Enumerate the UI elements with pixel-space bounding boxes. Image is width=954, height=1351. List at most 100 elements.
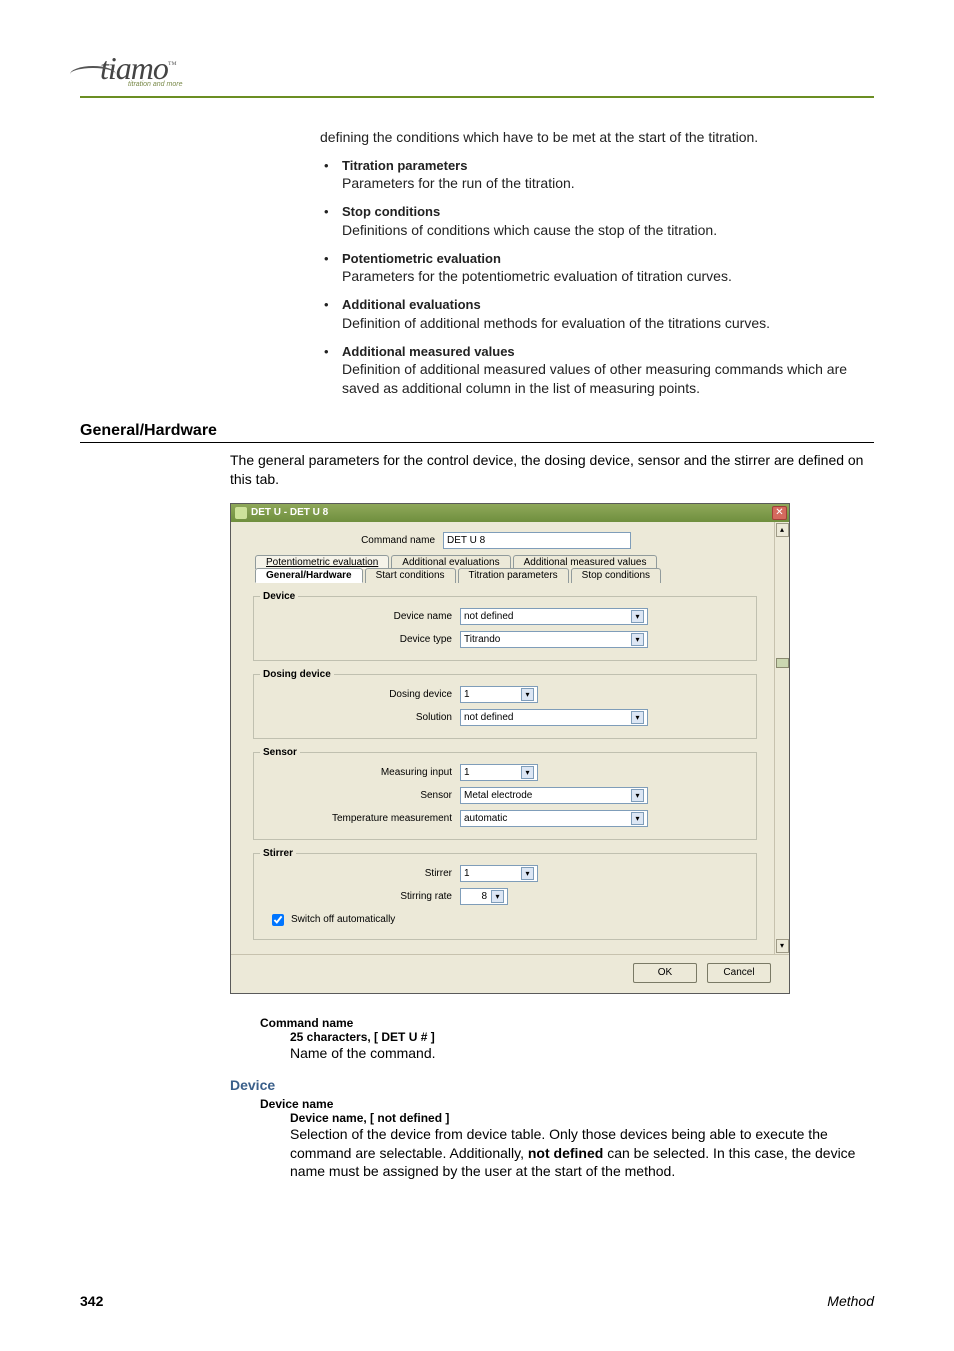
cancel-button[interactable]: Cancel <box>707 963 771 983</box>
scroll-track[interactable] <box>776 538 789 938</box>
stirring-rate-select[interactable]: 8 ▾ <box>460 888 508 905</box>
device-subheading: Device <box>230 1077 874 1093</box>
section-intro: The general parameters for the control d… <box>230 451 874 489</box>
chevron-down-icon: ▾ <box>521 688 534 701</box>
chevron-down-icon: ▾ <box>631 812 644 825</box>
def-term: Device name <box>260 1097 874 1111</box>
intro-text: defining the conditions which have to be… <box>320 128 874 147</box>
def-sub: 25 characters, [ DET U # ] <box>290 1030 874 1044</box>
command-name-row: Command name <box>243 532 773 549</box>
dosing-group: Dosing device Dosing device 1 ▾ Solution… <box>253 669 757 739</box>
tab-additional-measured-values[interactable]: Additional measured values <box>513 555 658 569</box>
solution-value: not defined <box>464 712 514 723</box>
stirrer-value: 1 <box>464 868 470 879</box>
chevron-down-icon: ▾ <box>631 711 644 724</box>
tabs-row-2: General/Hardware Start conditions Titrat… <box>255 568 773 583</box>
close-icon[interactable]: ✕ <box>772 506 787 520</box>
device-legend: Device <box>260 591 298 602</box>
scroll-up-icon[interactable]: ▴ <box>776 523 789 537</box>
measuring-input-value: 1 <box>464 767 470 778</box>
bullet-desc: Definitions of conditions which cause th… <box>342 221 874 240</box>
tab-potentiometric-evaluation[interactable]: Potentiometric evaluation <box>255 555 389 569</box>
stirrer-group: Stirrer Stirrer 1 ▾ Stirring rate 8 ▾ <box>253 848 757 940</box>
list-item: Stop conditions Definitions of condition… <box>320 203 874 239</box>
bullet-desc: Definition of additional measured values… <box>342 360 874 398</box>
device-type-label: Device type <box>260 634 460 645</box>
bullet-title: Stop conditions <box>342 203 874 221</box>
switch-off-checkbox-row[interactable]: Switch off automatically <box>268 911 750 929</box>
command-name-input[interactable] <box>443 532 631 549</box>
tab-additional-evaluations[interactable]: Additional evaluations <box>391 555 510 569</box>
measuring-input-select[interactable]: 1 ▾ <box>460 764 538 781</box>
logo-word: tiamo <box>100 50 168 86</box>
chevron-down-icon: ▾ <box>521 867 534 880</box>
temperature-value: automatic <box>464 813 507 824</box>
bullet-title: Titration parameters <box>342 157 874 175</box>
chevron-down-icon: ▾ <box>631 633 644 646</box>
page: tiamo™ titration and more defining the c… <box>0 0 954 1351</box>
solution-select[interactable]: not defined ▾ <box>460 709 648 726</box>
chevron-down-icon: ▾ <box>521 766 534 779</box>
tab-start-conditions[interactable]: Start conditions <box>365 568 456 583</box>
temperature-select[interactable]: automatic ▾ <box>460 810 648 827</box>
command-name-label: Command name <box>243 535 443 546</box>
footer-section: Method <box>827 1293 874 1309</box>
page-number: 342 <box>80 1293 103 1309</box>
logo-text: tiamo™ <box>80 50 874 87</box>
dosing-device-select[interactable]: 1 ▾ <box>460 686 538 703</box>
def-sub: Device name, [ not defined ] <box>290 1111 874 1125</box>
bullet-desc: Parameters for the potentiometric evalua… <box>342 267 874 286</box>
tab-titration-parameters[interactable]: Titration parameters <box>458 568 569 583</box>
sensor-select[interactable]: Metal electrode ▾ <box>460 787 648 804</box>
sensor-value: Metal electrode <box>464 790 532 801</box>
scroll-thumb[interactable] <box>776 658 789 668</box>
switch-off-checkbox[interactable] <box>272 914 284 926</box>
window-title: DET U - DET U 8 <box>251 507 772 518</box>
sensor-group: Sensor Measuring input 1 ▾ Sensor Metal … <box>253 747 757 840</box>
dialog-screenshot: DET U - DET U 8 ✕ ▴ ▾ Command name Poten… <box>230 503 874 994</box>
tab-stop-conditions[interactable]: Stop conditions <box>571 568 661 583</box>
device-name-value: not defined <box>464 611 514 622</box>
bullet-title: Potentiometric evaluation <box>342 250 874 268</box>
dosing-device-label: Dosing device <box>260 689 460 700</box>
tabs-row-1: Potentiometric evaluation Additional eva… <box>255 555 773 569</box>
dialog-window: DET U - DET U 8 ✕ ▴ ▾ Command name Poten… <box>230 503 790 994</box>
dosing-device-value: 1 <box>464 689 470 700</box>
app-icon <box>235 507 247 519</box>
stirrer-label: Stirrer <box>260 868 460 879</box>
scroll-down-icon[interactable]: ▾ <box>776 939 789 953</box>
device-type-select[interactable]: Titrando ▾ <box>460 631 648 648</box>
list-item: Titration parameters Parameters for the … <box>320 157 874 193</box>
dialog-button-bar: OK Cancel <box>231 954 789 993</box>
dosing-legend: Dosing device <box>260 669 334 680</box>
tab-general-hardware[interactable]: General/Hardware <box>255 568 363 583</box>
intro-column: defining the conditions which have to be… <box>320 128 874 398</box>
bullet-title: Additional evaluations <box>342 296 874 314</box>
page-footer: 342 Method <box>80 1293 874 1309</box>
titlebar: DET U - DET U 8 ✕ <box>231 504 789 522</box>
measuring-input-label: Measuring input <box>260 767 460 778</box>
stirring-rate-label: Stirring rate <box>260 891 460 902</box>
chevron-down-icon: ▾ <box>631 610 644 623</box>
scrollbar[interactable]: ▴ ▾ <box>774 522 789 954</box>
sensor-label: Sensor <box>260 790 460 801</box>
bullet-title: Additional measured values <box>342 343 874 361</box>
device-name-label: Device name <box>260 611 460 622</box>
device-group: Device Device name not defined ▾ Device … <box>253 591 757 661</box>
list-item: Potentiometric evaluation Parameters for… <box>320 250 874 286</box>
section-heading: General/Hardware <box>80 422 874 443</box>
device-type-value: Titrando <box>464 634 500 645</box>
switch-off-label: Switch off automatically <box>291 914 395 925</box>
def-term: Command name <box>260 1016 874 1030</box>
device-name-select[interactable]: not defined ▾ <box>460 608 648 625</box>
def-body: Selection of the device from device tabl… <box>290 1125 874 1182</box>
bullet-desc: Definition of additional methods for eva… <box>342 314 874 333</box>
bullet-desc: Parameters for the run of the titration. <box>342 174 874 193</box>
header-rule <box>80 96 874 98</box>
chevron-down-icon: ▾ <box>491 890 504 903</box>
list-item: Additional evaluations Definition of add… <box>320 296 874 332</box>
stirring-rate-value: 8 <box>481 891 487 902</box>
stirrer-select[interactable]: 1 ▾ <box>460 865 538 882</box>
ok-button[interactable]: OK <box>633 963 697 983</box>
def-body-bold: not defined <box>528 1145 603 1161</box>
